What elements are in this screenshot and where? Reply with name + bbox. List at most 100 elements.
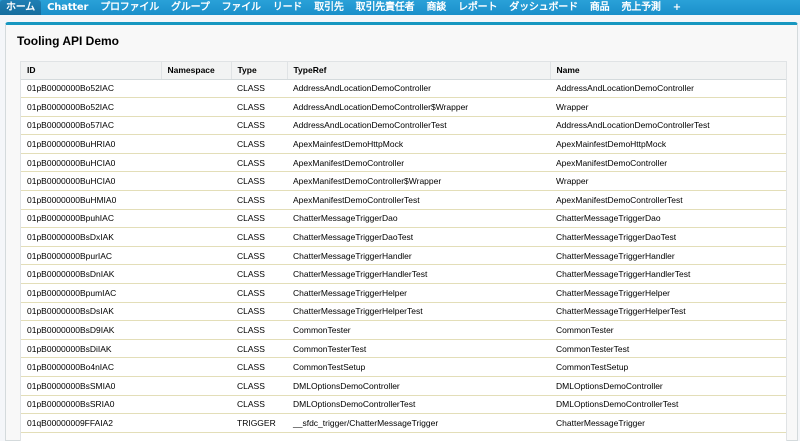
table-row[interactable]: 01pB0000000BuHMIA0 CLASS ApexManifestDemoC…	[21, 190, 786, 210]
cell-typeref: DMLOptionsDemoController	[287, 376, 550, 396]
tab-item[interactable]: 取引先	[308, 0, 349, 15]
table-row[interactable]: 01qB00000009FFAIA2 TRIGGER __sfdc_trigger/…	[21, 413, 786, 433]
cell-id: 01pB0000000BsDxIAK	[21, 227, 161, 247]
cell-id: 01pB0000000BuHCIA0	[21, 153, 161, 173]
cell-namespace	[161, 264, 231, 285]
table-row[interactable]: 01pB0000000BpurIAC CLASS ChatterMessageTri…	[21, 246, 786, 266]
cell-typeref: AddressAndLocationDemoControllerTest	[287, 116, 550, 136]
cell-typeref: CommonTesterTest	[287, 339, 550, 359]
cell-id: 01pB0000000BsD9IAK	[21, 320, 161, 340]
column-header-name[interactable]: Name	[550, 62, 786, 80]
column-header-id[interactable]: ID	[21, 62, 162, 80]
table-row[interactable]: 01pB0000000BsD9IAK CLASS CommonTester Commo…	[21, 320, 786, 340]
tab-item[interactable]: プロファイル	[94, 0, 165, 15]
table-row[interactable]: 01pB0000000BpumIAC CLASS ChatterMessageTri…	[21, 283, 786, 303]
cell-id: 01pB0000000BsDnIAK	[21, 264, 161, 285]
tooling-api-demo-panel: Tooling API Demo ID Namespace Type TypeR…	[5, 22, 798, 441]
cell-name: ApexManifestDemoController	[550, 153, 786, 173]
table-row[interactable]: 01pB0000000BsDiIAK CLASS CommonTesterTest C…	[21, 339, 786, 359]
tab-item[interactable]: 取引先責任者	[350, 0, 421, 15]
cell-namespace	[161, 134, 231, 154]
cell-name: CommonTester	[550, 320, 786, 340]
tab-item[interactable]: ホーム	[0, 0, 42, 15]
tab-item[interactable]: 商品	[584, 0, 616, 15]
cell-id: 01pB0000000BuHCIA0	[21, 171, 161, 192]
table-row[interactable]: 01pB0000000BpuhIAC CLASS ChatterMessageTri…	[21, 209, 786, 229]
cell-namespace	[161, 376, 231, 396]
cell-namespace	[161, 302, 231, 322]
cell-id: 01pB0000000Bo52IAC	[21, 79, 161, 99]
table-row[interactable]: 01pB0000000Bo52IAC CLASS AddressAndLocatio…	[21, 79, 786, 99]
cell-name: ChatterMessageTriggerHandlerTest	[550, 264, 786, 285]
cell-name: AddressAndLocationDemoController	[550, 79, 786, 99]
cell-namespace	[161, 246, 231, 266]
cell-id: 01pB0000000BuHMIA0	[21, 190, 161, 210]
cell-type: TRIGGER	[231, 413, 287, 433]
cell-name: AddressAndLocationDemoControllerTest	[550, 116, 786, 136]
cell-name: CommonTesterTest	[550, 339, 786, 359]
tab-item[interactable]: リード	[267, 0, 308, 15]
cell-typeref: AddressAndLocationDemoController	[287, 79, 550, 99]
page-title: Tooling API Demo	[17, 34, 119, 48]
table-row[interactable]: 01pB0000000BsSRIA0 CLASS DMLOptionsDemoCon…	[21, 395, 786, 415]
cell-type: CLASS	[231, 209, 287, 229]
table-row[interactable]: 01pB0000000Bo57IAC CLASS AddressAndLocatio…	[21, 116, 786, 136]
cell-name: ApexMainfestDemoHttpMock	[550, 134, 786, 154]
cell-type: CLASS	[231, 320, 287, 340]
table-row[interactable]: 01pB0000000BsDsIAK CLASS ChatterMessageTri…	[21, 302, 786, 322]
table-row[interactable]: 01pB0000000Bo52IAC CLASS AddressAndLocatio…	[21, 97, 786, 117]
tab-item[interactable]: レポート	[452, 0, 503, 15]
cell-id: 01pB0000000BpuhIAC	[21, 209, 161, 229]
table-row[interactable]: 01pB0000000Bo4nIAC CLASS CommonTestSetup Co…	[21, 357, 786, 377]
column-header-typeref[interactable]: TypeRef	[287, 62, 551, 80]
cell-type: CLASS	[231, 395, 287, 415]
table-row[interactable]: 01pB0000000BuHCIA0 CLASS ApexManifestDemoC…	[21, 153, 786, 173]
table-body: 01pB0000000Bo52IAC CLASS AddressAndLocatio…	[21, 79, 786, 433]
cell-typeref: CommonTestSetup	[287, 357, 550, 377]
cell-id: 01pB0000000BpumIAC	[21, 283, 161, 303]
cell-typeref: ChatterMessageTriggerHandler	[287, 246, 550, 266]
cell-typeref: ChatterMessageTriggerHelperTest	[287, 302, 550, 322]
cell-id: 01pB0000000BpurIAC	[21, 246, 161, 266]
table-row[interactable]: 01pB0000000BuHCIA0 CLASS ApexManifestDemoC…	[21, 171, 786, 192]
column-header-type[interactable]: Type	[231, 62, 288, 80]
tab-item[interactable]: Chatter	[41, 0, 94, 15]
cell-namespace	[161, 171, 231, 192]
cell-namespace	[161, 283, 231, 303]
cell-id: 01pB0000000BsSMIA0	[21, 376, 161, 396]
cell-typeref: ApexMainfestDemoHttpMock	[287, 134, 550, 154]
cell-id: 01pB0000000Bo4nIAC	[21, 357, 161, 377]
cell-id: 01pB0000000Bo52IAC	[21, 97, 161, 117]
table-row[interactable]: 01pB0000000BuHRIA0 CLASS ApexMainfestDemoH…	[21, 134, 786, 154]
cell-name: ChatterMessageTriggerHelperTest	[550, 302, 786, 322]
cell-type: CLASS	[231, 283, 287, 303]
column-header-namespace[interactable]: Namespace	[161, 62, 232, 80]
cell-name: Wrapper	[550, 97, 786, 117]
cell-type: CLASS	[231, 97, 287, 117]
cell-name: ChatterMessageTriggerDao	[550, 209, 786, 229]
tab-item[interactable]: グループ	[165, 0, 216, 15]
cell-typeref: __sfdc_trigger/ChatterMessageTrigger	[287, 413, 550, 433]
cell-namespace	[161, 153, 231, 173]
tab-item[interactable]: 売上予測	[615, 0, 666, 15]
cell-name: CommonTestSetup	[550, 357, 786, 377]
cell-namespace	[161, 97, 231, 117]
add-tab-button[interactable]: +	[667, 0, 687, 15]
cell-type: CLASS	[231, 116, 287, 136]
cell-id: 01qB00000009FFAIA2	[21, 413, 161, 433]
tab-item[interactable]: ファイル	[216, 0, 267, 15]
table-row[interactable]: 01pB0000000BsDxIAK CLASS ChatterMessageTri…	[21, 227, 786, 247]
tab-item[interactable]: ダッシュボード	[503, 0, 584, 15]
cell-typeref: ApexManifestDemoController	[287, 153, 550, 173]
cell-namespace	[161, 79, 231, 99]
cell-typeref: ChatterMessageTriggerDaoTest	[287, 227, 550, 247]
cell-namespace	[161, 116, 231, 136]
table-row[interactable]: 01pB0000000BsDnIAK CLASS ChatterMessageTri…	[21, 264, 786, 285]
cell-type: CLASS	[231, 190, 287, 210]
results-table-container[interactable]: ID Namespace Type TypeRef Name 01pB00000…	[20, 61, 787, 441]
table-row[interactable]: 01pB0000000BsSMIA0 CLASS DMLOptionsDemoCon…	[21, 376, 786, 396]
cell-name: Wrapper	[550, 171, 786, 192]
tab-bar: ホーム Chatter プロファイル グループ ファイル リード 取引先 取引先責任者 商談 レポ…	[0, 0, 800, 15]
tab-item[interactable]: 商談	[420, 0, 452, 15]
cell-type: CLASS	[231, 357, 287, 377]
